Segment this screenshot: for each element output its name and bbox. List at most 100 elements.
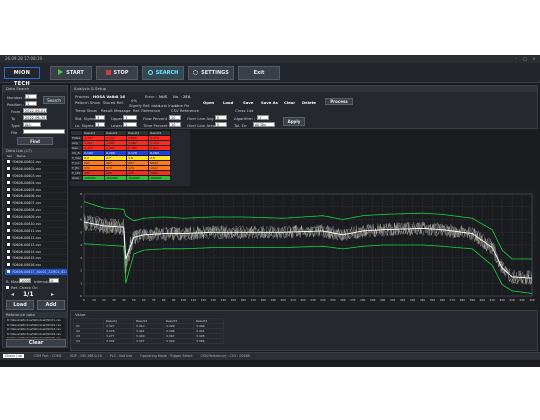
file-list-item[interactable]: YD606-00613.csv: [5, 242, 67, 249]
file-checkbox[interactable]: [7, 222, 10, 226]
file-list-item[interactable]: YD606-00609.csv: [5, 214, 67, 222]
sub-ref-reference[interactable]: Ref. Reference: [133, 108, 160, 113]
file-list-item[interactable]: YD606-00610.csv: [5, 221, 67, 228]
menu-open[interactable]: Open: [203, 100, 214, 105]
sub-csv-reference[interactable]: CSV Reference: [171, 108, 199, 113]
file-checkbox[interactable]: [7, 263, 10, 267]
file-checkbox[interactable]: [7, 187, 10, 191]
menu-save-as[interactable]: Save As: [261, 100, 278, 105]
minimize-button[interactable]: –: [512, 55, 520, 63]
over-lower-field[interactable]: 0: [215, 122, 227, 127]
file-checkbox[interactable]: [7, 194, 10, 198]
reference-item[interactable]: D:\Wave\Window\Window\WC01.csv: [5, 318, 65, 323]
load-button[interactable]: Load: [6, 300, 34, 310]
status-check: Check | ok: [3, 354, 25, 358]
settings-button[interactable]: SETTINGS: [188, 66, 234, 80]
sub-trend-show[interactable]: Trend Show: [75, 108, 97, 113]
number-field[interactable]: 1: [25, 94, 37, 99]
apply-button[interactable]: Apply: [283, 117, 305, 126]
find-button[interactable]: Find: [17, 137, 53, 145]
process-button[interactable]: Process: [325, 98, 353, 105]
next-page-icon[interactable]: ▸: [51, 291, 54, 298]
tolerance-field[interactable]: All Dis: [253, 122, 275, 127]
flow-percent-field[interactable]: 10: [169, 115, 181, 120]
file-list-item[interactable]: YD606-00614.csv: [5, 249, 67, 256]
file-list-item[interactable]: YD606-00601.csv: [5, 159, 67, 166]
menu-load[interactable]: Load: [223, 100, 233, 105]
interval-field[interactable]: 0: [49, 278, 59, 283]
search-button[interactable]: SEARCH: [142, 66, 184, 80]
file-field[interactable]: [23, 129, 65, 134]
file-list-item[interactable]: YD606-00606.csv: [5, 193, 67, 201]
file-checkbox[interactable]: [7, 270, 10, 274]
time-percent-field[interactable]: 10: [169, 122, 181, 127]
file-checkbox[interactable]: [7, 160, 10, 163]
stats-cell: 100000: [126, 175, 150, 181]
opt-stored-ref[interactable]: Stored Ref.: [103, 100, 124, 105]
x-tick-label: 250: [330, 298, 336, 302]
file-name: YD606-00606.csv: [12, 194, 42, 199]
prev-page-icon[interactable]: ◂: [11, 291, 14, 298]
file-list-item[interactable]: YD606-00605.csv: [5, 187, 67, 194]
opt-pattern-show[interactable]: Pattern Show: [75, 100, 100, 105]
max-field[interactable]: 1000: [19, 278, 31, 283]
file-checkbox[interactable]: [7, 173, 10, 177]
exit-button[interactable]: Exit: [238, 66, 280, 80]
left-panel: Data Search Number : 1 Position : 1 Sear…: [2, 85, 68, 348]
stop-button[interactable]: STOP: [96, 66, 138, 80]
file-list-item[interactable]: YD606-00602.csv: [5, 166, 67, 173]
to-label: To: [11, 116, 15, 121]
file-list-item[interactable]: YD606-00608.csv: [5, 207, 67, 215]
clear-button[interactable]: Clear: [6, 339, 66, 347]
file-checkbox[interactable]: [7, 228, 10, 232]
file-list-item[interactable]: YD606-00603.csv: [5, 173, 67, 180]
process-label: Process :: [75, 94, 92, 99]
file-checkbox[interactable]: [7, 235, 10, 239]
upper-field[interactable]: 1: [123, 115, 137, 120]
file-list-item[interactable]: YD606-00607.csv: [5, 200, 67, 208]
x-tick-label: 370: [450, 298, 456, 302]
file-list-item[interactable]: YD606-00616.csv: [5, 262, 67, 270]
process-value: HOSA ValidI 16: [93, 94, 126, 99]
from-date-field[interactable]: 2022-06-01: [23, 108, 47, 113]
ref-check-checkbox[interactable]: [6, 286, 9, 289]
to-date-field[interactable]: 2022-06-30: [23, 115, 47, 120]
over-upper-field[interactable]: 0: [215, 115, 227, 120]
position-field[interactable]: 1: [25, 101, 37, 106]
file-list-item[interactable]: YD606-00611.csv: [5, 228, 67, 235]
reference-item[interactable]: D:\Wave\Window\Window\WC05.csv: [5, 336, 65, 338]
std-sigma-field[interactable]: 3: [95, 115, 105, 120]
maximize-button[interactable]: □: [521, 55, 529, 63]
x-tick-label: 80: [162, 298, 166, 302]
menu-clear[interactable]: Clear: [284, 100, 295, 105]
reference-list[interactable]: D:\Wave\Window\Window\WC01.csv D:\Wave\Wi…: [5, 318, 65, 338]
sub-result-message[interactable]: Result Message: [101, 108, 131, 113]
file-checkbox[interactable]: [7, 166, 10, 170]
lower-field[interactable]: 1: [123, 122, 137, 127]
file-name: YD606-00614.csv: [12, 249, 42, 254]
sub-cross-list[interactable]: Cross List: [235, 108, 253, 113]
type-select[interactable]: ALL: [23, 122, 41, 127]
file-checkbox[interactable]: [7, 249, 10, 253]
file-checkbox[interactable]: [7, 208, 10, 212]
file-list-item[interactable]: YD606-00617_30001_22M01_62.csv: [5, 269, 67, 275]
algorithm-field[interactable]: 1: [257, 115, 269, 120]
file-checkbox[interactable]: [7, 201, 10, 205]
search-files-button[interactable]: Search: [43, 96, 65, 104]
file-list-item[interactable]: YD606-00604.csv: [5, 180, 67, 187]
file-checkbox[interactable]: [7, 256, 10, 260]
file-list-item[interactable]: YD606-00612.csv: [5, 235, 67, 242]
file-list-item[interactable]: YD606-00615.csv: [5, 255, 67, 263]
add-button[interactable]: Add: [37, 300, 65, 310]
menu-delete[interactable]: Delete: [302, 100, 316, 105]
lower-label: Lower: [111, 123, 123, 128]
close-button[interactable]: ×: [530, 55, 538, 63]
file-checkbox[interactable]: [7, 215, 10, 219]
file-checkbox[interactable]: [7, 180, 10, 184]
x-tick-label: 50: [132, 298, 136, 302]
lower-sigma-field[interactable]: 3: [95, 122, 105, 127]
file-list[interactable]: YD606-00601.csv YD606-00602.csv YD606-0060…: [5, 159, 67, 275]
file-checkbox[interactable]: [7, 242, 10, 246]
menu-save[interactable]: Save: [243, 100, 253, 105]
start-button[interactable]: START: [50, 66, 92, 80]
